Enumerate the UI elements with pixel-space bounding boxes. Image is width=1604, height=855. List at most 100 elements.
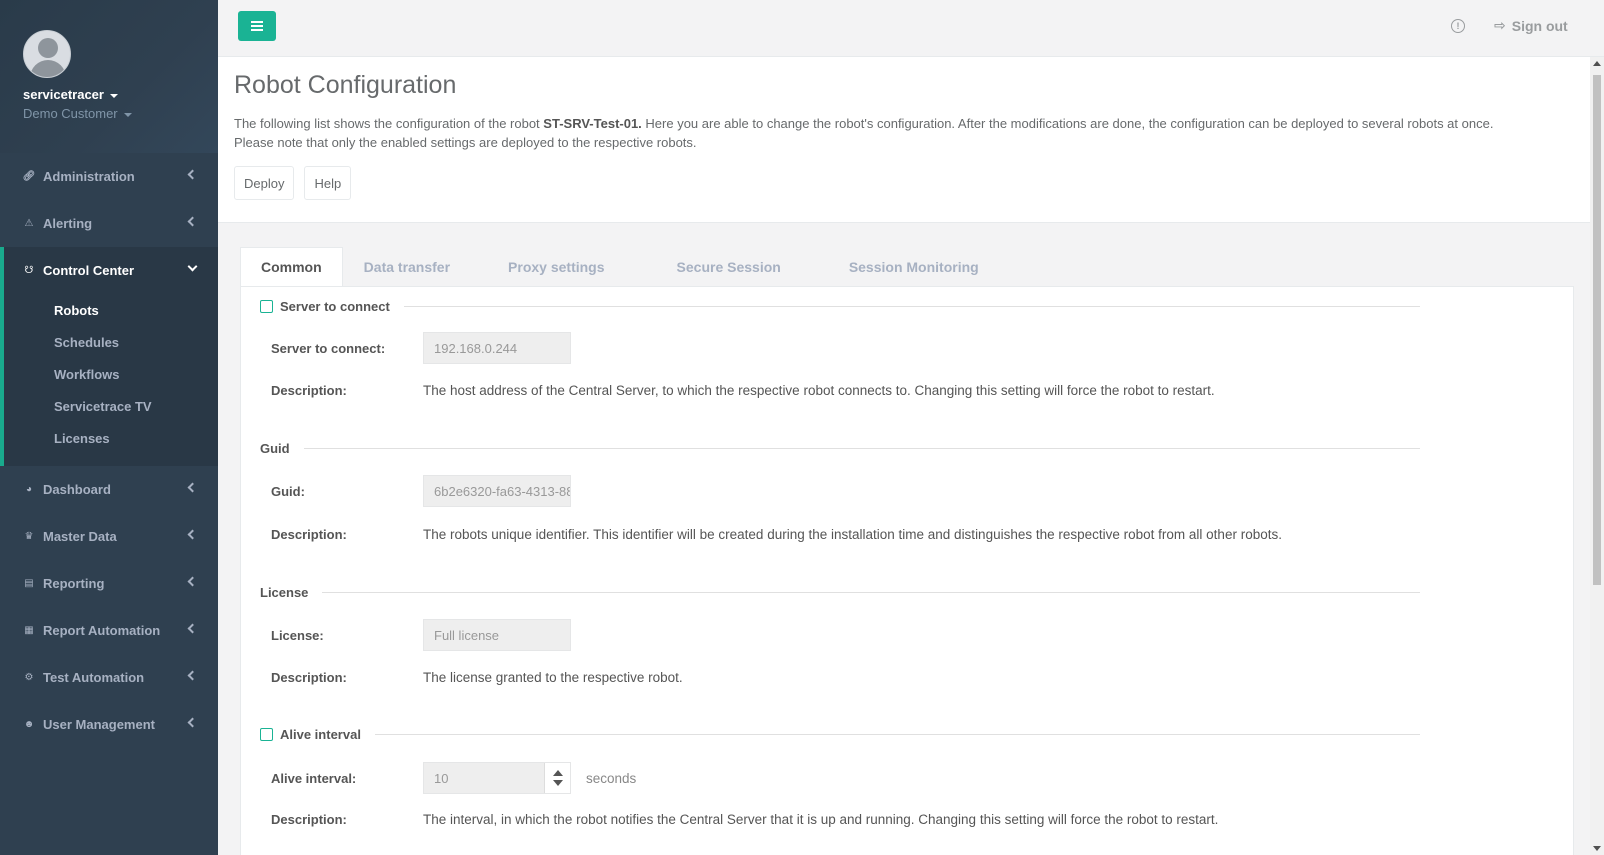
desc-label: Description:	[271, 383, 347, 398]
sidebar-item-report-automation[interactable]: ▦ Report Automation	[0, 607, 218, 654]
tab-data-transfer[interactable]: Data transfer	[343, 247, 470, 287]
guid-input[interactable]: 6b2e6320-fa63-4313-88	[423, 475, 571, 507]
sidebar-item-dashboard[interactable]: ◕ Dashboard	[0, 466, 218, 513]
intro-text: The following list shows the configurati…	[234, 114, 1574, 152]
control-center-subnav: Robots Schedules Workflows Servicetrace …	[4, 294, 218, 466]
sign-out-link[interactable]: ⇨ Sign out	[1494, 17, 1568, 34]
customer-menu[interactable]: Demo Customer	[23, 106, 218, 121]
config-tabs: Common Data transfer Proxy settings Secu…	[240, 247, 999, 287]
sidebar-item-master-data[interactable]: ♛ Master Data	[0, 513, 218, 560]
sidebar-subitem-licenses[interactable]: Licenses	[4, 422, 218, 454]
sidebar-item-user-management[interactable]: ☻ User Management	[0, 701, 218, 748]
chevron-left-icon	[187, 169, 198, 180]
scroll-up-icon[interactable]	[1593, 61, 1601, 66]
sidebar-item-label: Control Center	[43, 263, 134, 278]
server-desc-row: Description: The host address of the Cen…	[271, 383, 1215, 398]
desc-text: The host address of the Central Server, …	[423, 383, 1215, 398]
customer-name: Demo Customer	[23, 106, 118, 121]
section-title: Alive interval	[280, 726, 361, 742]
section-legend: License	[260, 583, 1420, 601]
link-icon: 🔗︎	[22, 171, 36, 182]
license-desc-row: Description: The license granted to the …	[271, 670, 683, 685]
info-icon[interactable]: !	[1451, 19, 1465, 33]
sidebar-item-test-automation[interactable]: ⚙︎ Test Automation	[0, 654, 218, 701]
server-field-row: Server to connect: 192.168.0.244	[271, 332, 571, 364]
section-title: Server to connect	[280, 298, 390, 314]
users-icon: ☻	[23, 719, 35, 730]
user-name: servicetracer	[23, 87, 104, 102]
section-license: License	[260, 583, 1420, 601]
tab-panel-common: Server to connect Server to connect: 192…	[240, 286, 1574, 855]
page-scrollbar[interactable]	[1590, 57, 1604, 855]
section-legend: Alive interval	[260, 725, 1420, 743]
chevron-down-icon	[109, 93, 118, 98]
chevron-left-icon	[187, 529, 198, 540]
increment-icon[interactable]	[553, 770, 563, 776]
top-navbar: ! ⇨ Sign out	[218, 0, 1604, 57]
user-menu[interactable]: servicetracer	[23, 87, 218, 102]
sign-out-icon: ⇨	[1494, 17, 1506, 33]
chevron-down-icon	[123, 112, 132, 117]
scroll-thumb[interactable]	[1593, 75, 1601, 585]
sidebar-subitem-schedules[interactable]: Schedules	[4, 326, 218, 358]
chevron-left-icon	[187, 717, 198, 728]
sidebar-item-label: Master Data	[43, 529, 117, 544]
decrement-icon[interactable]	[553, 780, 563, 786]
enable-checkbox[interactable]	[260, 299, 273, 313]
action-buttons: Deploy Help	[234, 166, 1574, 200]
divider	[374, 733, 1420, 735]
sidebar-subitem-workflows[interactable]: Workflows	[4, 358, 218, 390]
sidebar-item-label: Reporting	[43, 576, 105, 591]
field-label: License:	[271, 627, 324, 643]
stepper-value: 10	[434, 770, 449, 786]
alive-field-row: Alive interval: 10 seconds	[271, 762, 636, 794]
hamburger-icon	[251, 21, 263, 31]
divider	[403, 305, 1420, 307]
sidebar-subitem-servicetrace-tv[interactable]: Servicetrace TV	[4, 390, 218, 422]
warning-icon: ⚠︎	[24, 218, 34, 229]
sidebar-item-label: Dashboard	[43, 482, 111, 497]
section-title: License	[260, 584, 309, 600]
stepper-arrows[interactable]	[544, 763, 570, 793]
scroll-down-icon[interactable]	[1593, 846, 1601, 851]
pie-chart-icon: ◕	[25, 484, 33, 495]
section-server: Server to connect	[260, 297, 1420, 315]
enable-checkbox[interactable]	[260, 727, 273, 741]
unit-label: seconds	[586, 770, 637, 786]
deploy-button[interactable]: Deploy	[234, 166, 295, 200]
section-alive-interval: Alive interval	[260, 725, 1420, 743]
sidebar-item-label: Administration	[43, 169, 135, 184]
guid-desc-row: Description: The robots unique identifie…	[271, 527, 1282, 542]
sidebar-item-reporting[interactable]: ▤ Reporting	[0, 560, 218, 607]
chevron-left-icon	[187, 216, 198, 227]
sidebar-item-label: Report Automation	[43, 623, 161, 638]
tab-proxy-settings[interactable]: Proxy settings	[470, 247, 630, 287]
sidebar-item-alerting[interactable]: ⚠︎ Alerting	[0, 200, 218, 247]
tab-session-monitoring[interactable]: Session Monitoring	[807, 247, 999, 287]
page-header: Robot Configuration The following list s…	[218, 57, 1590, 223]
gear-icon: ⚙︎	[24, 672, 34, 683]
sidebar-item-control-center[interactable]: ☋ Control Center	[4, 247, 218, 294]
desc-text: The license granted to the respective ro…	[423, 670, 683, 685]
sidebar-item-label: Test Automation	[43, 670, 145, 685]
report-icon: ▦	[24, 625, 34, 636]
sidebar-item-administration[interactable]: 🔗︎ Administration	[0, 153, 218, 200]
profile-panel: servicetracer Demo Customer	[0, 0, 218, 153]
tab-common[interactable]: Common	[240, 247, 343, 287]
avatar[interactable]	[23, 30, 71, 78]
help-button[interactable]: Help	[304, 166, 352, 200]
sign-out-label: Sign out	[1511, 17, 1568, 34]
tab-secure-session[interactable]: Secure Session	[631, 247, 807, 287]
server-input[interactable]: 192.168.0.244	[423, 332, 571, 364]
sidebar-subitem-robots[interactable]: Robots	[4, 294, 218, 326]
chevron-left-icon	[187, 623, 198, 634]
page-title: Robot Configuration	[234, 71, 457, 99]
alive-desc-row: Description: The interval, in which the …	[271, 812, 1218, 827]
sidebar: servicetracer Demo Customer 🔗︎ Administr…	[0, 0, 218, 855]
desc-text: The robots unique identifier. This ident…	[423, 527, 1282, 542]
sidebar-item-label: Alerting	[43, 216, 93, 231]
toggle-menu-button[interactable]	[238, 11, 276, 41]
intro-after: Here you are able to change the robot's …	[641, 116, 1494, 131]
alive-interval-stepper[interactable]: 10	[423, 762, 571, 794]
license-input[interactable]: Full license	[423, 619, 571, 651]
